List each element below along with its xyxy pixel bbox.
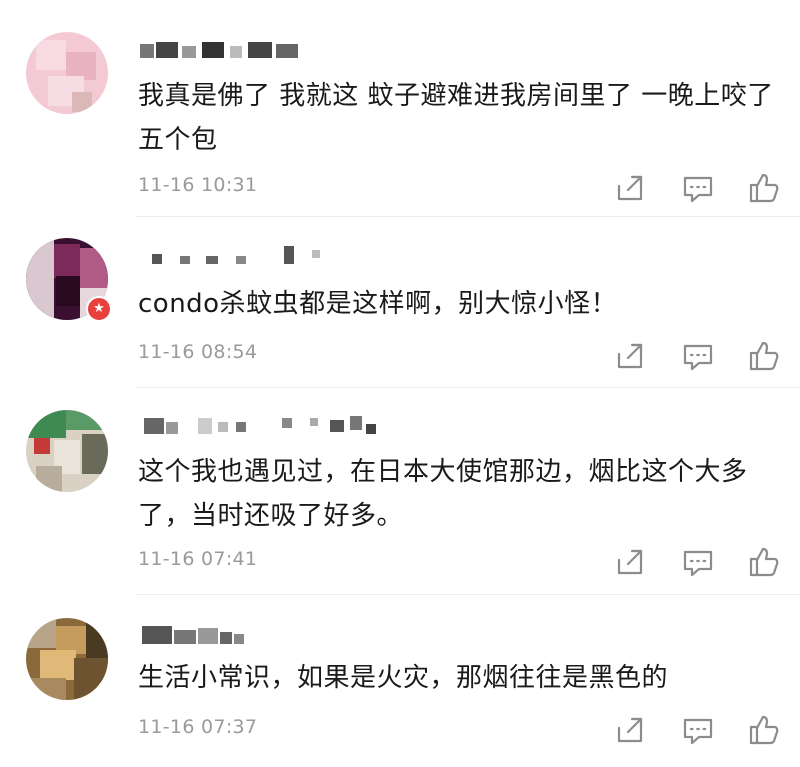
like-icon	[749, 547, 779, 577]
comment-actions	[610, 542, 790, 582]
share-button[interactable]	[610, 542, 650, 582]
reply-button[interactable]	[678, 336, 718, 376]
reply-button[interactable]	[678, 710, 718, 750]
share-icon	[617, 549, 643, 575]
comment-actions	[610, 336, 790, 376]
reply-icon	[683, 550, 713, 577]
reply-button[interactable]	[678, 542, 718, 582]
username-redacted[interactable]	[140, 38, 310, 60]
like-icon	[749, 341, 779, 371]
comment-text: 生活小常识，如果是火灾，那烟往往是黑色的	[138, 663, 669, 693]
like-icon	[749, 173, 779, 203]
like-button[interactable]	[744, 168, 784, 208]
divider	[136, 387, 800, 388]
like-icon	[749, 715, 779, 745]
comment-text: 这个我也遇见过，在日本大使馆那边，烟比这个大多了，当时还吸了好多。	[138, 457, 748, 531]
verified-badge-icon: ★	[86, 296, 112, 322]
comment-time: 11-16 10:31	[138, 174, 258, 196]
share-icon	[617, 343, 643, 369]
reply-icon	[683, 176, 713, 203]
like-button[interactable]	[744, 710, 784, 750]
reply-icon	[683, 718, 713, 745]
comment-actions	[610, 168, 790, 208]
comment-time: 11-16 07:37	[138, 716, 258, 738]
comment-actions	[610, 710, 790, 750]
avatar[interactable]	[26, 410, 108, 492]
avatar[interactable]	[26, 618, 108, 700]
username-redacted[interactable]	[140, 412, 390, 434]
like-button[interactable]	[744, 336, 784, 376]
avatar[interactable]	[26, 32, 108, 114]
reply-icon	[683, 344, 713, 371]
username-redacted[interactable]	[140, 622, 260, 644]
comment-time: 11-16 08:54	[138, 341, 258, 363]
divider	[136, 594, 800, 595]
share-button[interactable]	[610, 710, 650, 750]
comment-text: condo杀蚊虫都是这样啊，别大惊小怪！	[138, 289, 618, 319]
like-button[interactable]	[744, 542, 784, 582]
comment-time: 11-16 07:41	[138, 548, 258, 570]
share-icon	[617, 717, 643, 743]
share-button[interactable]	[610, 168, 650, 208]
divider	[136, 216, 800, 217]
username-redacted[interactable]	[140, 244, 330, 266]
share-icon	[617, 175, 643, 201]
share-button[interactable]	[610, 336, 650, 376]
comment-text: 我真是佛了 我就这 蚊子避难进我房间里了 一晚上咬了五个包	[138, 81, 774, 155]
reply-button[interactable]	[678, 168, 718, 208]
